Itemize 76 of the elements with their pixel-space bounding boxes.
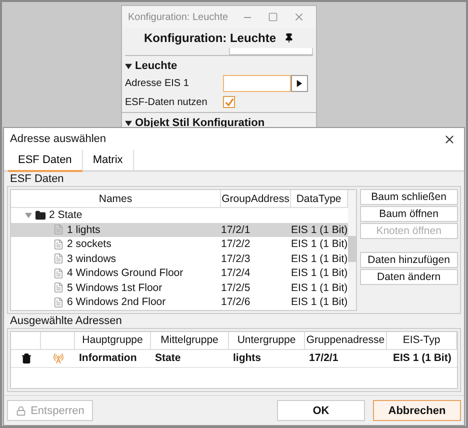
- tree-row[interactable]: 5 Windows 1st Floor 17/2/5 EIS 1 (1 Bit): [11, 280, 348, 295]
- document-icon: [53, 268, 64, 279]
- table-cell-text: 17/2/4: [221, 267, 252, 280]
- tree-item: 6 Windows 2nd Floor: [67, 296, 166, 308]
- column-header[interactable]: Names: [11, 190, 221, 207]
- close-button[interactable]: [443, 132, 456, 146]
- field-label: Adresse EIS 1: [125, 78, 190, 88]
- table-cell: EIS 1 (1 Bit): [291, 224, 348, 236]
- tab[interactable]: ESF Daten: [8, 150, 83, 172]
- group-title: ESF Daten: [9, 172, 65, 186]
- section-title: Objekt Stil Konfiguration: [135, 117, 265, 129]
- group-title: Ausgewählte Adressen: [9, 314, 123, 328]
- side-button[interactable]: Baum schließen: [360, 189, 458, 205]
- cancel-button[interactable]: Abbrechen: [373, 400, 461, 421]
- column-header[interactable]: GroupAddress: [221, 190, 291, 207]
- table-cell-text: 17/2/5: [221, 282, 252, 294]
- table-cell: EIS 1 (1 Bit): [291, 252, 348, 265]
- tree-item: 1 lights: [67, 224, 100, 236]
- play-icon: [296, 80, 303, 86]
- scrollbar[interactable]: [348, 190, 356, 310]
- tree-row[interactable]: 2 sockets 17/2/2 EIS 1 (1 Bit): [11, 237, 348, 252]
- antenna-icon: [52, 352, 64, 364]
- tree-item: 4 Windows Ground Floor: [67, 267, 184, 280]
- table-cell: EIS 1 (1 Bit): [291, 267, 348, 280]
- table-cell-text: 17/2/2: [221, 238, 252, 250]
- table-cell-text: 17/2/1: [221, 224, 252, 236]
- tree-item: 3 windows: [67, 252, 116, 265]
- tree-row[interactable]: 1 lights 17/2/1 EIS 1 (1 Bit): [11, 222, 348, 237]
- side-button[interactable]: Baum öffnen: [360, 206, 458, 222]
- section-title: Leuchte: [135, 60, 178, 72]
- dialog-title: Adresse auswählen: [10, 133, 108, 145]
- column-header[interactable]: Mittelgruppe: [151, 332, 229, 348]
- tree-item: 2 sockets: [67, 238, 112, 250]
- checkbox[interactable]: [223, 96, 235, 108]
- tree-row[interactable]: 3 windows 17/2/3 EIS 1 (1 Bit): [11, 252, 348, 266]
- address-field[interactable]: [223, 74, 291, 92]
- folder-icon: [35, 210, 46, 221]
- document-icon: [53, 296, 64, 308]
- table-cell-text: lights: [232, 352, 262, 364]
- table-cell: EIS 1 (1 Bit): [291, 296, 348, 308]
- window-title: Konfiguration: Leuchte: [128, 12, 230, 22]
- expand-triangle-icon[interactable]: [125, 62, 132, 70]
- field-label: ESF-Daten nutzen: [125, 96, 208, 108]
- document-icon: [53, 238, 64, 250]
- ok-button[interactable]: OK: [277, 400, 365, 421]
- column-header[interactable]: Hauptgruppe: [75, 332, 151, 348]
- table-cell-text: Information: [78, 352, 138, 364]
- maximize-icon[interactable]: [268, 12, 278, 22]
- column-header[interactable]: EIS-Typ: [387, 332, 457, 348]
- trash-icon[interactable]: [20, 352, 32, 364]
- column-header[interactable]: Untergruppe: [229, 332, 305, 348]
- document-icon: [53, 253, 64, 264]
- column-header[interactable]: Gruppenadresse: [305, 332, 387, 348]
- input-field[interactable]: [229, 48, 313, 55]
- tree-item[interactable]: 2 State: [49, 209, 82, 222]
- tree-row[interactable]: 4 Windows Ground Floor 17/2/4 EIS 1 (1 Bit): [11, 266, 348, 280]
- lock-icon: [16, 406, 26, 416]
- panel-title: Konfiguration: Leuchte: [144, 31, 276, 45]
- close-icon[interactable]: [293, 11, 305, 23]
- document-icon: [53, 282, 64, 294]
- side-button[interactable]: Daten hinzufügen: [360, 252, 458, 268]
- table-cell-text: 17/2/3: [221, 252, 252, 265]
- document-icon: [53, 224, 64, 236]
- pin-icon[interactable]: [284, 33, 294, 43]
- table-cell-text: 17/2/6: [221, 296, 252, 308]
- table-cell-text: State: [154, 352, 182, 364]
- tree-row[interactable]: 6 Windows 2nd Floor 17/2/6 EIS 1 (1 Bit): [11, 295, 348, 310]
- browse-button[interactable]: [291, 74, 308, 92]
- table-cell-text: EIS 1 (1 Bit): [392, 352, 452, 364]
- table-cell: EIS 1 (1 Bit): [291, 282, 348, 294]
- table-cell-text: 17/2/1: [308, 352, 340, 364]
- side-button[interactable]: Daten ändern: [360, 269, 458, 285]
- tree-item: 5 Windows 1st Floor: [67, 282, 162, 294]
- tab[interactable]: Matrix: [82, 150, 134, 172]
- table-cell: EIS 1 (1 Bit): [291, 238, 348, 250]
- expand-triangle-icon[interactable]: [125, 120, 132, 126]
